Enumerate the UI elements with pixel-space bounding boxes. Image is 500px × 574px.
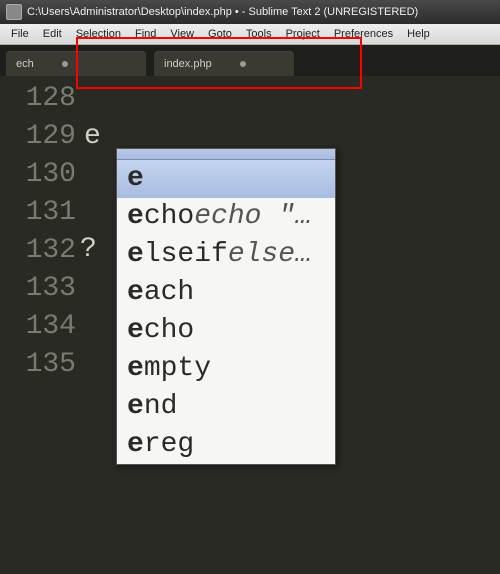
autocomplete-item[interactable]: empty xyxy=(117,350,335,388)
ac-hint: else… xyxy=(228,239,312,270)
menubar: File Edit Selection Find View Goto Tools… xyxy=(0,24,500,45)
menu-edit[interactable]: Edit xyxy=(36,26,69,42)
menu-view[interactable]: View xyxy=(163,26,201,42)
autocomplete-scroll-indicator xyxy=(117,149,335,160)
ac-match: e xyxy=(127,201,144,232)
menu-project[interactable]: Project xyxy=(279,26,327,42)
line-number: 135 xyxy=(0,346,76,384)
line-number: 133 xyxy=(0,270,76,308)
menu-tools[interactable]: Tools xyxy=(239,26,279,42)
line-number: 129 xyxy=(0,118,76,156)
line-number: 132 xyxy=(0,232,76,270)
line-number-gutter: 128 129 130 131 132 133 134 135 xyxy=(0,76,84,574)
ac-match: e xyxy=(127,391,144,422)
ac-rest: mpty xyxy=(144,353,211,384)
tab-ech[interactable]: ech xyxy=(6,51,146,77)
ac-match: e xyxy=(127,353,144,384)
tab-label: index.php xyxy=(164,58,212,70)
question-mark-text: ? xyxy=(80,234,97,265)
menu-preferences[interactable]: Preferences xyxy=(327,26,400,42)
autocomplete-item[interactable]: elseifelse… xyxy=(117,236,335,274)
autocomplete-item[interactable]: ereg xyxy=(117,426,335,464)
autocomplete-item[interactable]: echoecho "… xyxy=(117,198,335,236)
ac-match: e xyxy=(127,429,144,460)
autocomplete-item[interactable]: echo xyxy=(117,312,335,350)
autocomplete-popup[interactable]: e echoecho "… elseifelse… each echo empt… xyxy=(116,148,336,465)
line-number: 134 xyxy=(0,308,76,346)
ac-match: e xyxy=(127,315,144,346)
ac-rest: cho xyxy=(144,201,194,232)
ac-rest: lseif xyxy=(144,239,228,270)
dirty-indicator-icon xyxy=(240,61,246,67)
dirty-indicator-icon xyxy=(62,61,68,67)
ac-rest: cho xyxy=(144,315,194,346)
code-line[interactable] xyxy=(84,80,500,118)
ac-hint: echo "… xyxy=(194,201,312,232)
menu-goto[interactable]: Goto xyxy=(201,26,239,42)
ac-rest: nd xyxy=(144,391,178,422)
window-titlebar: C:\Users\Administrator\Desktop\index.php… xyxy=(0,0,500,24)
tab-label: ech xyxy=(16,58,34,70)
window-title: C:\Users\Administrator\Desktop\index.php… xyxy=(27,6,418,18)
menu-file[interactable]: File xyxy=(4,26,36,42)
ac-match: e xyxy=(127,277,144,308)
ac-rest: reg xyxy=(144,429,194,460)
ac-rest: ach xyxy=(144,277,194,308)
app-icon xyxy=(6,4,22,20)
autocomplete-item[interactable]: e xyxy=(117,160,335,198)
ac-match: e xyxy=(127,239,144,270)
menu-selection[interactable]: Selection xyxy=(69,26,128,42)
ac-match: e xyxy=(127,163,144,194)
tab-index-php[interactable]: index.php xyxy=(154,51,294,77)
menu-find[interactable]: Find xyxy=(128,26,163,42)
autocomplete-item[interactable]: end xyxy=(117,388,335,426)
line-number: 130 xyxy=(0,156,76,194)
autocomplete-item[interactable]: each xyxy=(117,274,335,312)
menu-help[interactable]: Help xyxy=(400,26,437,42)
typed-char: e xyxy=(84,121,101,152)
tabbar: ech index.php xyxy=(0,45,500,78)
line-number: 128 xyxy=(0,80,76,118)
line-number: 131 xyxy=(0,194,76,232)
